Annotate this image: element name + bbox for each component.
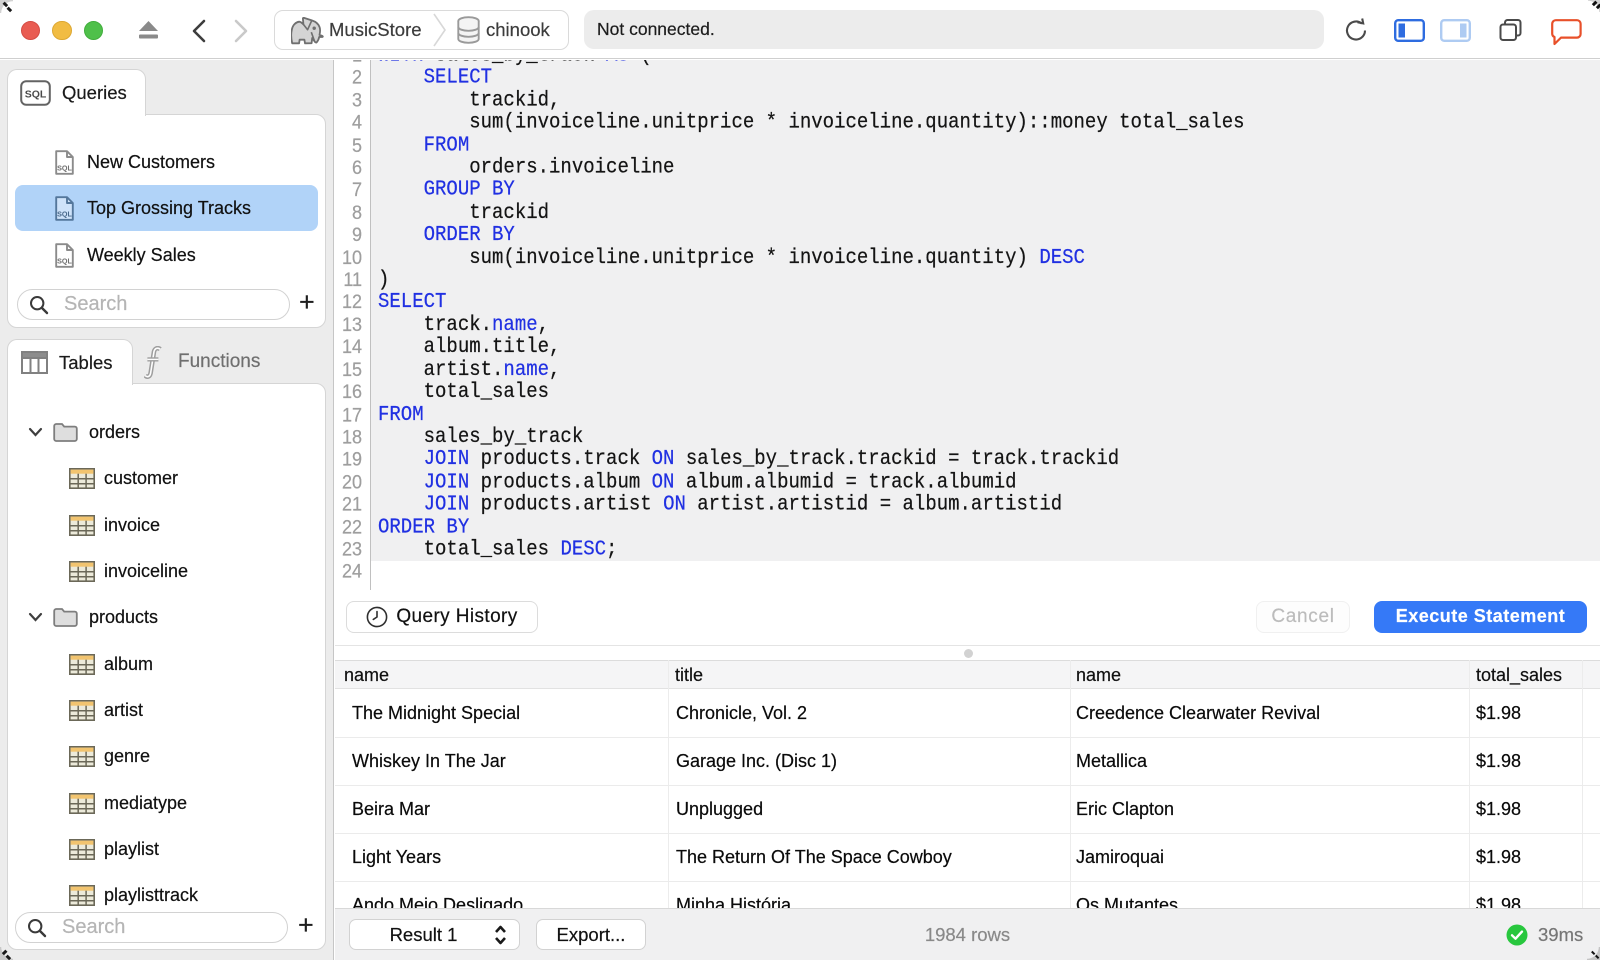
svg-text:SQL: SQL	[25, 89, 47, 101]
svg-text:SQL: SQL	[57, 163, 72, 172]
svg-text:SQL: SQL	[57, 256, 72, 265]
svg-text:SQL: SQL	[57, 209, 72, 218]
